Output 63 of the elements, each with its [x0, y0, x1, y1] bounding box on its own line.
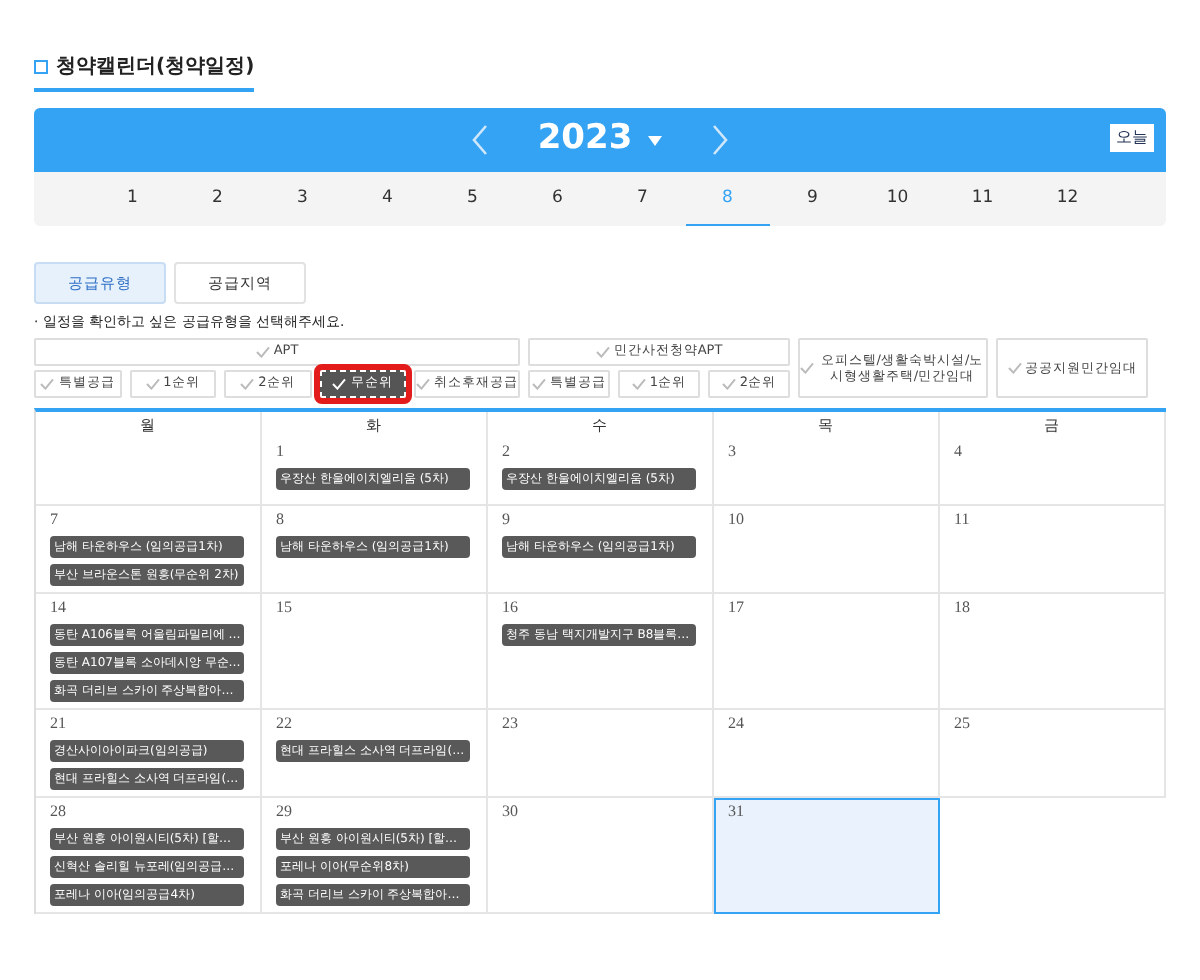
month-tab[interactable]: 6 [515, 172, 600, 226]
check-icon [800, 362, 814, 375]
day-number: 11 [954, 510, 970, 531]
day-number: 8 [276, 510, 284, 531]
month-tab[interactable]: 7 [600, 172, 685, 226]
check-icon [416, 378, 430, 391]
day-number: 29 [276, 802, 292, 823]
day-number: 15 [276, 598, 292, 619]
check-icon [1007, 362, 1021, 375]
day-number: 23 [502, 714, 518, 735]
day-cell[interactable]: 4 [940, 438, 1166, 507]
day-cell[interactable]: 10 [714, 506, 940, 595]
day-cell[interactable]: 15 [262, 594, 488, 711]
next-year-icon[interactable] [710, 124, 731, 156]
day-number: 22 [276, 714, 292, 735]
month-tab[interactable]: 11 [940, 172, 1025, 226]
previous-year-icon[interactable] [469, 124, 490, 156]
day-number: 4 [954, 442, 962, 463]
day-number: 28 [50, 802, 66, 823]
day-number: 10 [728, 510, 744, 531]
year-label: 2023 [537, 116, 633, 163]
check-icon [255, 346, 270, 359]
day-cell[interactable]: 18 [940, 594, 1166, 711]
caret-icon[interactable] [648, 135, 663, 145]
day-cell[interactable]: 17 [714, 594, 940, 711]
day-number: 31 [728, 802, 744, 823]
day-number: 30 [502, 802, 518, 823]
day-number: 2 [502, 442, 510, 463]
day-cell[interactable]: 31 [714, 798, 940, 915]
day-number: 24 [728, 714, 744, 735]
today-button[interactable]: 오늘 [1110, 124, 1154, 152]
check-icon [40, 378, 55, 391]
month-tab[interactable]: 10 [855, 172, 940, 226]
day-number: 21 [50, 714, 66, 735]
day-number: 7 [50, 510, 58, 531]
month-tab[interactable]: 1 [90, 172, 175, 226]
day-number: 17 [728, 598, 744, 619]
day-number: 1 [276, 442, 284, 463]
check-icon [595, 346, 610, 359]
day-number: 25 [954, 714, 970, 735]
day-number: 14 [50, 598, 66, 619]
day-number: 3 [728, 442, 736, 463]
day-number: 16 [502, 598, 518, 619]
check-icon [145, 378, 160, 391]
check-icon [532, 378, 546, 391]
month-tab[interactable]: 2 [175, 172, 260, 226]
page-title: 청약캘린더(청약일정) [56, 54, 255, 82]
check-icon [721, 378, 736, 391]
check-icon [240, 378, 255, 391]
square-icon [34, 60, 48, 74]
check-icon [332, 378, 347, 391]
day-cell[interactable]: 25 [940, 710, 1166, 799]
day-number: 18 [954, 598, 970, 619]
check-icon [631, 378, 646, 391]
day-number: 9 [502, 510, 510, 531]
day-cell[interactable]: 23 [488, 710, 714, 799]
month-tab[interactable]: 3 [260, 172, 345, 226]
month-tab[interactable]: 12 [1025, 172, 1110, 226]
day-cell[interactable]: 11 [940, 506, 1166, 595]
day-cell[interactable]: 3 [714, 438, 940, 507]
month-tab[interactable]: 5 [430, 172, 515, 226]
month-tab[interactable]: 9 [770, 172, 855, 226]
month-tab[interactable]: 4 [345, 172, 430, 226]
